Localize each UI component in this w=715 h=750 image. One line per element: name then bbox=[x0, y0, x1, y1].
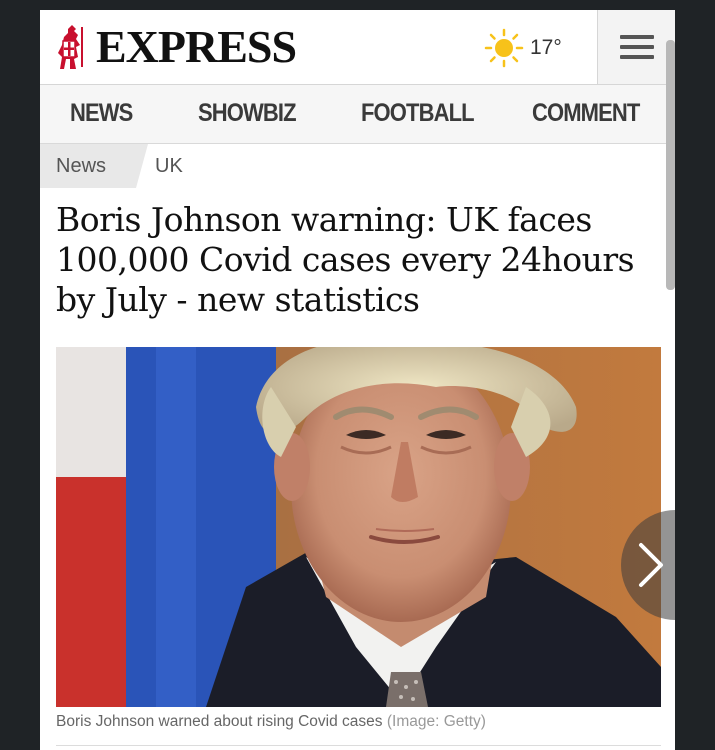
section-nav: NEWS SHOWBIZ FOOTBALL COMMENT bbox=[40, 85, 675, 144]
crusader-logo-icon bbox=[58, 25, 83, 69]
chevron-right-icon bbox=[639, 543, 663, 587]
nav-item-comment[interactable]: COMMENT bbox=[532, 99, 640, 128]
article-headline: Boris Johnson warning: UK faces 100,000 … bbox=[56, 200, 635, 319]
nav-item-news[interactable]: NEWS bbox=[70, 99, 133, 128]
breadcrumb: News UK bbox=[40, 144, 675, 188]
breadcrumb-news-label: News bbox=[56, 155, 107, 177]
breadcrumb-item-news[interactable]: News bbox=[40, 144, 136, 188]
image-caption: Boris Johnson warned about rising Covid … bbox=[56, 713, 486, 731]
menu-button[interactable] bbox=[597, 10, 675, 84]
sun-icon bbox=[484, 28, 524, 68]
article-lead-image[interactable] bbox=[56, 347, 661, 707]
image-credit: (Image: Getty) bbox=[386, 713, 486, 730]
express-logo[interactable]: EXPRESS bbox=[54, 20, 297, 74]
phone-screen: EXPRESS 17° NEWS SHOWBIZ FOOTBALL COMMEN… bbox=[40, 10, 675, 750]
logo-wordmark: EXPRESS bbox=[96, 21, 297, 72]
portrait-photo bbox=[56, 347, 661, 707]
masthead: EXPRESS 17° bbox=[40, 10, 675, 85]
scrollbar-thumb[interactable] bbox=[666, 40, 675, 290]
weather-widget[interactable]: 17° bbox=[484, 28, 562, 68]
hamburger-menu-icon bbox=[620, 29, 654, 65]
temperature-readout: 17° bbox=[530, 36, 562, 59]
breadcrumb-separator bbox=[136, 144, 148, 188]
caption-divider bbox=[56, 745, 661, 746]
breadcrumb-item-uk[interactable]: UK bbox=[155, 155, 183, 178]
nav-item-showbiz[interactable]: SHOWBIZ bbox=[198, 99, 297, 128]
caption-text: Boris Johnson warned about rising Covid … bbox=[56, 713, 383, 730]
nav-item-football[interactable]: FOOTBALL bbox=[361, 99, 475, 128]
